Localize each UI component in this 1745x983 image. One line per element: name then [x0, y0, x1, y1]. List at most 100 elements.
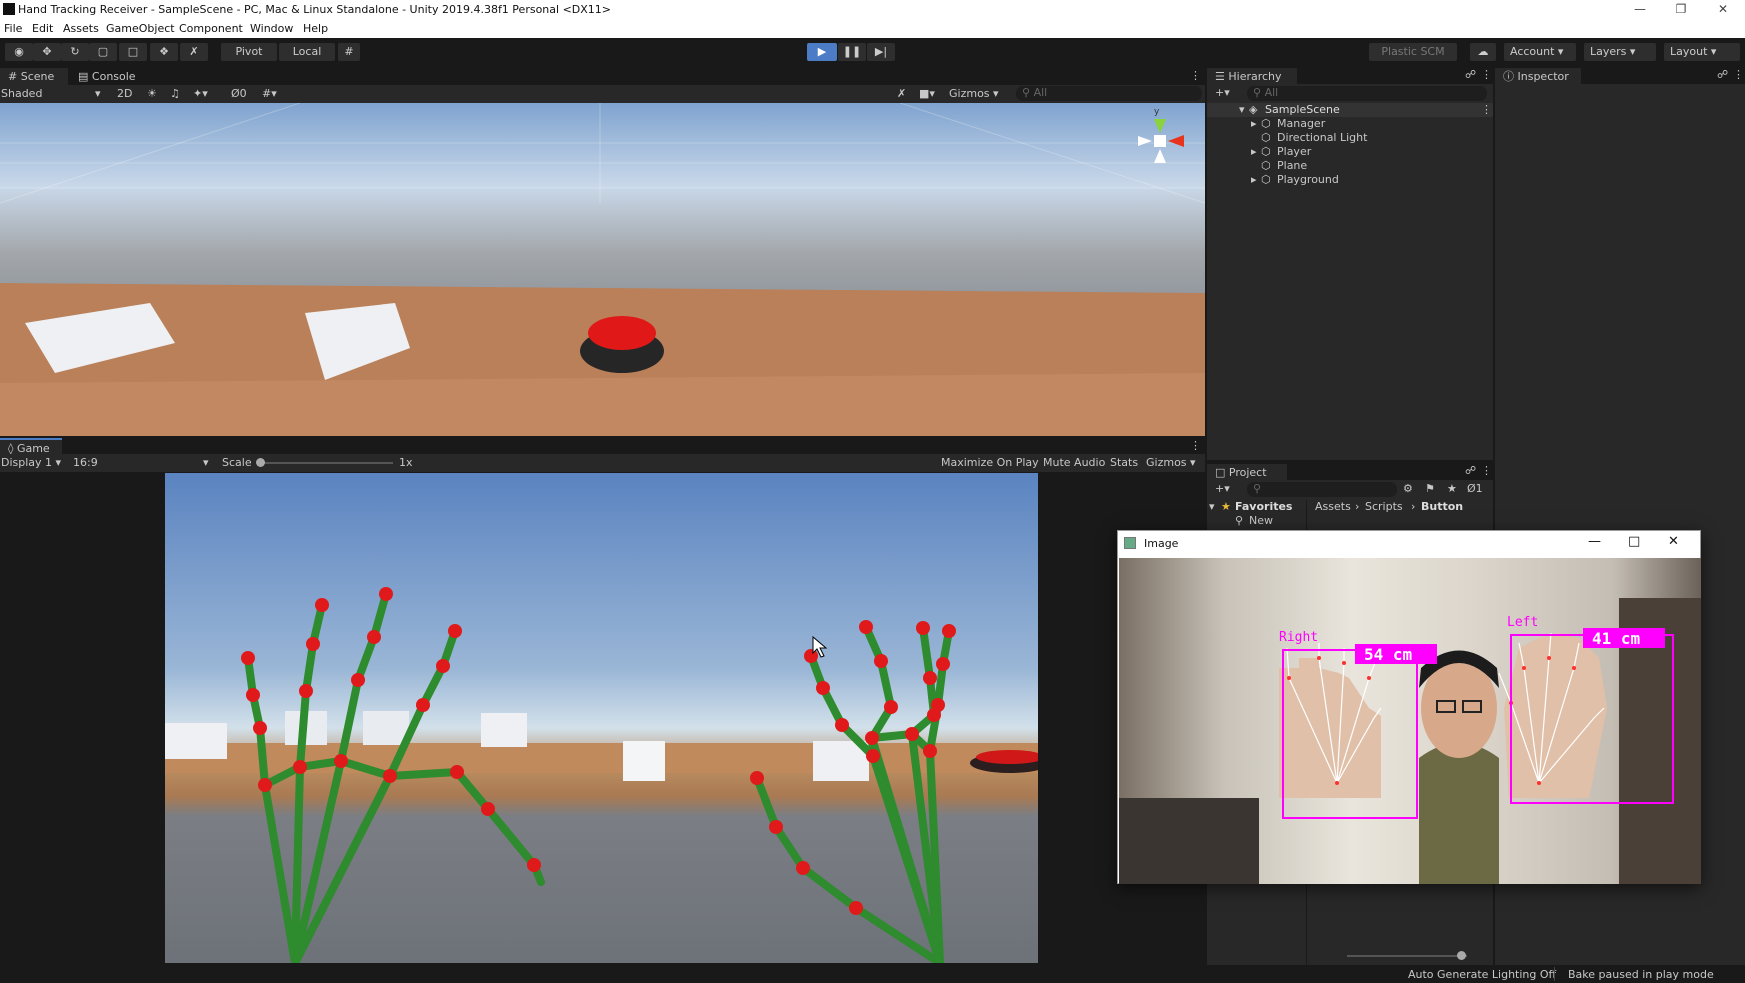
- favorite-star-icon[interactable]: ★: [1447, 482, 1457, 495]
- tab-hierarchy[interactable]: ☰ Hierarchy: [1207, 68, 1297, 86]
- restore-icon[interactable]: ❐: [1661, 0, 1701, 20]
- maximize-icon[interactable]: □: [1628, 534, 1640, 549]
- close-icon[interactable]: ✕: [1703, 0, 1743, 20]
- minimize-icon[interactable]: —: [1620, 0, 1660, 20]
- item-label: Player: [1277, 145, 1312, 158]
- menu-gameobject[interactable]: GameObject: [106, 22, 175, 35]
- menu-assets[interactable]: Assets: [63, 22, 99, 35]
- hierarchy-item-manager[interactable]: ▸ ⬡ Manager: [1207, 117, 1493, 131]
- display-dropdown[interactable]: Display 1 ▾: [1, 456, 67, 469]
- tab-scene[interactable]: # Scene: [0, 68, 68, 86]
- status-divider: [1554, 967, 1555, 981]
- tools-icon[interactable]: ✗: [897, 87, 906, 100]
- step-button[interactable]: ▶|: [867, 43, 895, 61]
- image-window[interactable]: Image — □ ✕ Right 54 cm Left 41 cm: [1117, 530, 1701, 884]
- plastic-scm-button[interactable]: Plastic SCM: [1369, 43, 1457, 61]
- hierarchy-scene-row[interactable]: ▾ ◈ SampleScene ⋮: [1207, 103, 1493, 117]
- scale-slider[interactable]: [258, 462, 393, 464]
- item-label: Manager: [1277, 117, 1326, 130]
- menu-window[interactable]: Window: [250, 22, 293, 35]
- audio-toggle-icon[interactable]: ♫: [170, 87, 180, 100]
- hierarchy-search-input[interactable]: ⚲ All: [1247, 86, 1487, 101]
- grid-dropdown-icon[interactable]: #▾: [262, 87, 277, 100]
- close-icon[interactable]: ✕: [1668, 534, 1679, 549]
- game-viewport[interactable]: [165, 473, 1038, 963]
- shading-dropdown[interactable]: Shaded ▾: [1, 87, 105, 100]
- menu-edit[interactable]: Edit: [32, 22, 53, 35]
- local-button[interactable]: Local: [279, 43, 335, 61]
- effects-dropdown-icon[interactable]: ✦▾: [193, 87, 208, 100]
- hierarchy-item-playground[interactable]: ▸ ⬡ Playground: [1207, 173, 1493, 187]
- menu-file[interactable]: File: [4, 22, 22, 35]
- icon-size-slider-handle[interactable]: [1457, 951, 1466, 960]
- lock-icon[interactable]: ☍: [1465, 68, 1476, 81]
- lock-icon[interactable]: ☍: [1717, 68, 1728, 81]
- custom-tool-icon[interactable]: ✗: [180, 43, 208, 61]
- hidden-packages-toggle[interactable]: Ø1: [1467, 482, 1483, 495]
- hand-tool-icon[interactable]: ◉: [5, 43, 33, 61]
- rect-tool-icon[interactable]: □: [119, 43, 147, 61]
- lighting-toggle-icon[interactable]: ☀: [147, 87, 157, 100]
- rotate-tool-icon[interactable]: ↻: [61, 43, 89, 61]
- more-options-icon[interactable]: ⋮: [1481, 68, 1492, 81]
- search-icon: ⚲: [1253, 482, 1262, 495]
- scene-gizmos-dropdown[interactable]: Gizmos ▾: [949, 87, 999, 100]
- unity-logo-icon: [3, 3, 15, 15]
- menu-component[interactable]: Component: [179, 22, 243, 35]
- lock-icon[interactable]: ☍: [1465, 464, 1476, 477]
- icon-size-slider[interactable]: [1347, 955, 1467, 957]
- tab-console[interactable]: ▤ Console: [70, 68, 144, 86]
- scene-orientation-gizmo[interactable]: y: [1130, 107, 1190, 171]
- pause-button[interactable]: ❚❚: [838, 43, 866, 61]
- minimize-icon[interactable]: —: [1588, 534, 1601, 549]
- search-by-label-icon[interactable]: ⚑: [1425, 482, 1435, 495]
- maximize-on-play-toggle[interactable]: Maximize On Play: [941, 456, 1039, 469]
- chevron-right-icon: ›: [1411, 500, 1416, 513]
- lighting-status[interactable]: Auto Generate Lighting Off: [1408, 968, 1556, 981]
- layers-dropdown[interactable]: Layers ▾: [1584, 43, 1656, 61]
- breadcrumb-scripts[interactable]: Scripts: [1365, 500, 1403, 514]
- game-render: [165, 587, 1038, 963]
- stats-toggle[interactable]: Stats: [1110, 456, 1138, 469]
- transform-tool-icon[interactable]: ❖: [150, 43, 178, 61]
- hierarchy-item-plane[interactable]: ⬡ Plane: [1207, 159, 1493, 173]
- cloud-icon[interactable]: ☁: [1470, 43, 1496, 61]
- move-tool-icon[interactable]: ✥: [33, 43, 61, 61]
- menu-help[interactable]: Help: [303, 22, 328, 35]
- layout-dropdown[interactable]: Layout ▾: [1664, 43, 1740, 61]
- scene-viewport[interactable]: y: [0, 103, 1205, 436]
- scale-tool-icon[interactable]: ▢: [89, 43, 117, 61]
- create-dropdown[interactable]: +▾: [1215, 86, 1230, 99]
- play-button[interactable]: ▶: [807, 43, 837, 61]
- hierarchy-item-player[interactable]: ▸ ⬡ Player: [1207, 145, 1493, 159]
- search-by-type-icon[interactable]: ⚙: [1403, 482, 1413, 495]
- hidden-objects-toggle[interactable]: Ø0: [231, 87, 247, 100]
- create-dropdown[interactable]: +▾: [1215, 482, 1230, 495]
- image-window-titlebar[interactable]: Image — □ ✕: [1118, 531, 1700, 557]
- more-options-icon[interactable]: ⋮: [1481, 464, 1492, 477]
- more-options-icon[interactable]: ⋮: [1190, 69, 1201, 82]
- mute-audio-toggle[interactable]: Mute Audio: [1043, 456, 1105, 469]
- more-options-icon[interactable]: ⋮: [1733, 68, 1744, 81]
- grid-snap-icon[interactable]: #: [338, 43, 360, 61]
- pivot-button[interactable]: Pivot: [221, 43, 277, 61]
- more-options-icon[interactable]: ⋮: [1481, 103, 1492, 117]
- aspect-dropdown[interactable]: 16:9 ▾: [73, 456, 213, 469]
- breadcrumb-button[interactable]: Button: [1421, 500, 1463, 514]
- scale-slider-handle[interactable]: [256, 458, 265, 467]
- chevron-right-icon: ▸: [1251, 145, 1257, 158]
- breadcrumb-assets[interactable]: Assets: [1315, 500, 1351, 514]
- more-options-icon[interactable]: ⋮: [1190, 439, 1201, 452]
- scene-search-input[interactable]: ⚲ All: [1016, 86, 1202, 101]
- project-search-input[interactable]: ⚲: [1247, 482, 1397, 497]
- favorite-item[interactable]: ⚲New Saved: [1207, 514, 1307, 541]
- camera-dropdown-icon[interactable]: ■▾: [919, 87, 935, 100]
- webcam-render: [1119, 598, 1701, 884]
- game-gizmos-dropdown[interactable]: Gizmos ▾: [1146, 456, 1196, 469]
- account-dropdown[interactable]: Account ▾: [1504, 43, 1576, 61]
- tab-inspector[interactable]: ⓘ Inspector: [1495, 68, 1581, 86]
- 2d-toggle[interactable]: 2D: [117, 87, 132, 100]
- favorites-row[interactable]: ▾ ★ Favorites: [1207, 500, 1307, 514]
- tab-project[interactable]: □ Project: [1207, 464, 1287, 482]
- hierarchy-item-directional-light[interactable]: ⬡ Directional Light: [1207, 131, 1493, 145]
